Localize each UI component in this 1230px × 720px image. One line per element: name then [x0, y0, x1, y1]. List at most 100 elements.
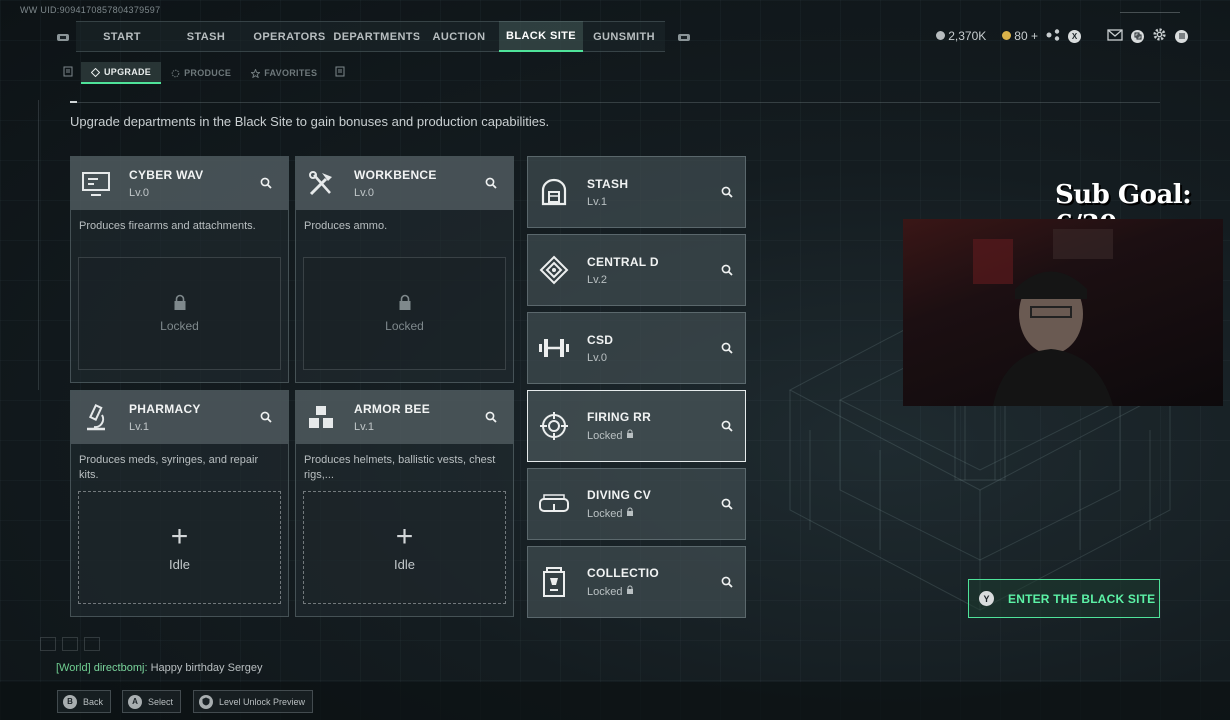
top-divider	[1120, 12, 1180, 13]
tab-stash[interactable]: STASH	[168, 21, 244, 52]
magnifier-icon[interactable]	[717, 338, 737, 358]
department-header: PHARMACY Lv.1	[71, 391, 288, 444]
magnifier-icon[interactable]	[717, 494, 737, 514]
enter-black-site-button[interactable]: Y ENTER THE BLACK SITE	[968, 579, 1160, 618]
tab-start[interactable]: START	[76, 21, 168, 52]
magnifier-icon[interactable]	[481, 173, 501, 193]
decor-square	[62, 637, 78, 651]
vault-icon	[538, 176, 570, 208]
lt-trigger-icon[interactable]	[55, 66, 81, 80]
production-slot-idle[interactable]: + Idle	[78, 491, 281, 604]
facility-collectio[interactable]: COLLECTIO Locked	[527, 546, 746, 618]
webcam-overlay	[903, 219, 1223, 406]
chat-message: [World] directbomj: Happy birthday Serge…	[56, 662, 262, 674]
department-header: CYBER WAV Lv.0	[71, 157, 288, 210]
user-id-label: WW UID:9094170857804379597	[20, 5, 161, 15]
production-slot-locked: Locked	[78, 257, 281, 370]
department-header: WORKBENCE Lv.0	[296, 157, 513, 210]
facility-diving-cv[interactable]: DIVING CV Locked	[527, 468, 746, 540]
dumbbell-icon	[538, 332, 570, 364]
main-navigation: START STASH OPERATORS DEPARTMENTS AUCTIO…	[50, 21, 697, 52]
trophy-case-icon	[538, 566, 570, 598]
a-button-icon: A	[128, 694, 142, 709]
x-button[interactable]: X	[1068, 29, 1081, 43]
department-card-pharmacy[interactable]: PHARMACY Lv.1 Produces meds, syringes, a…	[70, 390, 289, 617]
magnifier-icon[interactable]	[481, 407, 501, 427]
mail-icon[interactable]	[1107, 28, 1123, 44]
lock-icon	[626, 507, 633, 516]
facility-level: Lv.0	[587, 351, 607, 364]
tab-operators[interactable]: OPERATORS	[244, 21, 335, 52]
department-description: Produces meds, syringes, and repair kits…	[79, 454, 259, 481]
magnifier-icon[interactable]	[256, 407, 276, 427]
level-unlock-preview-button[interactable]: Level Unlock Preview	[193, 690, 314, 713]
tab-departments[interactable]: DEPARTMENTS	[333, 21, 420, 52]
tab-auction[interactable]: AUCTION	[419, 21, 499, 52]
department-description: Produces helmets, ballistic vests, chest…	[304, 454, 496, 481]
magnifier-icon[interactable]	[717, 182, 737, 202]
department-level: Lv.1	[129, 421, 149, 433]
menu-button-icon[interactable]	[1175, 29, 1188, 43]
koens-balance: 2,370K	[936, 29, 986, 43]
lock-icon	[174, 294, 185, 310]
enter-black-site-label: ENTER THE BLACK SITE	[1008, 591, 1156, 606]
share-icon[interactable]	[1046, 28, 1060, 44]
department-card-armor-bee[interactable]: ARMOR BEE Lv.1 Produces helmets, ballist…	[295, 390, 514, 617]
koen-coin-icon	[936, 31, 946, 40]
facility-status: Locked	[587, 585, 659, 598]
shield-button-icon	[199, 694, 213, 709]
subtab-upgrade[interactable]: UPGRADE	[81, 62, 162, 84]
lock-icon	[626, 429, 633, 438]
add-icon: +	[170, 520, 189, 553]
facility-status: Locked	[587, 507, 651, 520]
y-button-icon: Y	[979, 591, 994, 606]
b-button-icon: B	[63, 694, 77, 709]
favorites-icon	[251, 68, 261, 78]
cubes-icon	[304, 401, 338, 435]
divider-marker	[70, 101, 77, 103]
department-card-cyber-wav[interactable]: CYBER WAV Lv.0 Produces firearms and att…	[70, 156, 289, 383]
facility-level: Lv.1	[587, 195, 607, 208]
upgrade-icon	[91, 67, 100, 77]
decor-square	[40, 637, 56, 651]
department-description: Produces firearms and attachments.	[79, 220, 256, 232]
facility-csd[interactable]: CSD Lv.0	[527, 312, 746, 384]
microscope-icon	[79, 401, 113, 435]
bottom-bar	[0, 682, 1230, 720]
lock-icon	[399, 294, 410, 310]
premium-balance: 80 +	[1002, 29, 1038, 43]
department-card-workbence[interactable]: WORKBENCE Lv.0 Produces ammo. Locked	[295, 156, 514, 383]
magnifier-icon[interactable]	[717, 416, 737, 436]
facility-central-d[interactable]: CENTRAL D Lv.2	[527, 234, 746, 306]
magnifier-icon[interactable]	[256, 173, 276, 193]
chat-username[interactable]: directbomj:	[94, 662, 148, 674]
rt-trigger-icon[interactable]	[327, 66, 353, 80]
select-hint-button[interactable]: A Select	[122, 690, 182, 713]
facility-stash[interactable]: STASH Lv.1	[527, 156, 746, 228]
subtab-favorites[interactable]: FAVORITES	[241, 62, 327, 84]
production-slot-idle[interactable]: + Idle	[303, 491, 506, 604]
rb-bumper-icon[interactable]	[671, 21, 697, 52]
section-divider	[70, 102, 1160, 103]
department-level: Lv.1	[354, 421, 374, 433]
premium-coin-icon	[1002, 31, 1012, 40]
facility-name: CSD	[587, 332, 614, 347]
department-name: ARMOR BEE	[354, 402, 431, 416]
view-button-icon[interactable]	[1131, 29, 1144, 43]
tab-gunsmith[interactable]: GUNSMITH	[583, 21, 665, 52]
facility-level: Lv.2	[587, 273, 607, 286]
lb-bumper-icon[interactable]	[50, 21, 76, 52]
tab-black-site[interactable]: BLACK SITE	[499, 21, 583, 52]
back-hint-button[interactable]: B Back	[57, 690, 112, 713]
target-icon	[538, 410, 570, 442]
magnifier-icon[interactable]	[717, 572, 737, 592]
subtab-produce[interactable]: PRODUCE	[161, 62, 241, 84]
lock-icon	[626, 585, 633, 594]
add-currency-button[interactable]: +	[1031, 29, 1038, 43]
magnifier-icon[interactable]	[717, 260, 737, 280]
chat-channel: [World]	[56, 662, 91, 674]
settings-gear-icon[interactable]	[1152, 27, 1167, 45]
tools-icon	[304, 167, 338, 201]
department-name: WORKBENCE	[354, 168, 437, 182]
facility-firing-rr[interactable]: FIRING RR Locked	[527, 390, 746, 462]
